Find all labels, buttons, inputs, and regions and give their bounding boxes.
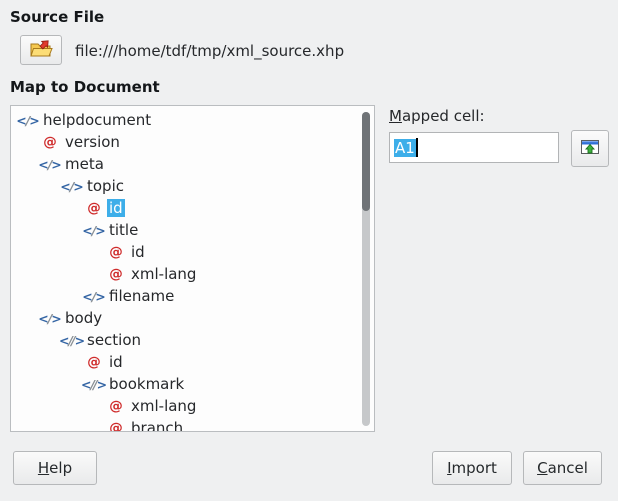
text-caret	[416, 138, 418, 157]
element-icon: </>	[63, 179, 81, 194]
open-folder-icon	[28, 38, 54, 63]
tree-row-label: title	[107, 221, 140, 239]
tree-row[interactable]: @ branch	[11, 417, 360, 432]
tree-row-label: meta	[63, 155, 106, 173]
tree-row[interactable]: </> meta	[11, 153, 360, 175]
tree-row[interactable]: </> body	[11, 307, 360, 329]
import-button[interactable]: Import	[432, 451, 512, 485]
element-icon: </>	[41, 311, 59, 326]
mapped-cell-label: Mapped cell:	[389, 107, 485, 125]
tree-row-label: id	[129, 243, 147, 261]
tree-row[interactable]: @ xml-lang	[11, 395, 360, 417]
help-button[interactable]: Help	[13, 451, 97, 485]
tree-scrollbar[interactable]	[362, 112, 370, 426]
tree-row[interactable]: @ xml-lang	[11, 263, 360, 285]
tree-row-label: section	[85, 331, 143, 349]
tree-row-label: id	[107, 353, 125, 371]
element-icon: </>	[85, 223, 103, 238]
shrink-icon	[580, 139, 600, 159]
cancel-button[interactable]: Cancel	[523, 451, 602, 485]
attribute-icon: @	[107, 266, 125, 282]
tree-row-label: branch	[129, 419, 185, 432]
repeating-element-icon: <//>	[85, 377, 103, 392]
tree-row-label: topic	[85, 177, 126, 195]
cancel-button-label: Cancel	[524, 459, 601, 477]
tree-row-label: xml-lang	[129, 397, 198, 415]
tree-row[interactable]: @ id	[11, 351, 360, 373]
browse-file-button[interactable]	[20, 35, 62, 65]
tree-row-label: filename	[107, 287, 176, 305]
source-file-heading: Source File	[10, 8, 104, 26]
attribute-icon: @	[107, 244, 125, 260]
attribute-icon: @	[85, 354, 103, 370]
attribute-icon: @	[85, 200, 103, 216]
element-icon: </>	[41, 157, 59, 172]
import-button-label: Import	[433, 459, 511, 477]
element-icon: </>	[85, 289, 103, 304]
tree-row[interactable]: </> filename	[11, 285, 360, 307]
tree-row-label: xml-lang	[129, 265, 198, 283]
shrink-button[interactable]	[571, 130, 609, 167]
attribute-icon: @	[41, 134, 59, 150]
tree-row-label: version	[63, 133, 122, 151]
attribute-icon: @	[107, 398, 125, 414]
tree-row-label: bookmark	[107, 375, 186, 393]
tree-row[interactable]: </> helpdocument	[11, 109, 360, 131]
tree-row[interactable]: @ id	[11, 197, 360, 219]
xml-source-dialog: Source File file:///home/tdf/tmp/xml_sou…	[0, 0, 618, 501]
mapped-cell-value: A1	[394, 139, 416, 157]
element-icon: </>	[19, 113, 37, 128]
tree-scrollbar-thumb[interactable]	[362, 112, 370, 211]
help-button-label: Help	[14, 459, 96, 477]
tree-row-label: body	[63, 309, 104, 327]
mapped-cell-input[interactable]: A1	[389, 132, 559, 163]
tree-row[interactable]: @ version	[11, 131, 360, 153]
tree-rows: </> helpdocument @ version </> meta </> …	[11, 109, 360, 432]
source-file-path: file:///home/tdf/tmp/xml_source.xhp	[75, 42, 344, 60]
repeating-element-icon: <//>	[63, 333, 81, 348]
tree-row[interactable]: <//> bookmark	[11, 373, 360, 395]
tree-row[interactable]: <//> section	[11, 329, 360, 351]
map-to-document-heading: Map to Document	[10, 78, 160, 96]
attribute-icon: @	[107, 420, 125, 432]
tree-row-label: helpdocument	[41, 111, 153, 129]
tree-row[interactable]: </> topic	[11, 175, 360, 197]
tree-row[interactable]: </> title	[11, 219, 360, 241]
xml-structure-tree[interactable]: </> helpdocument @ version </> meta </> …	[10, 105, 375, 432]
tree-row-label: id	[107, 199, 125, 217]
tree-row[interactable]: @ id	[11, 241, 360, 263]
